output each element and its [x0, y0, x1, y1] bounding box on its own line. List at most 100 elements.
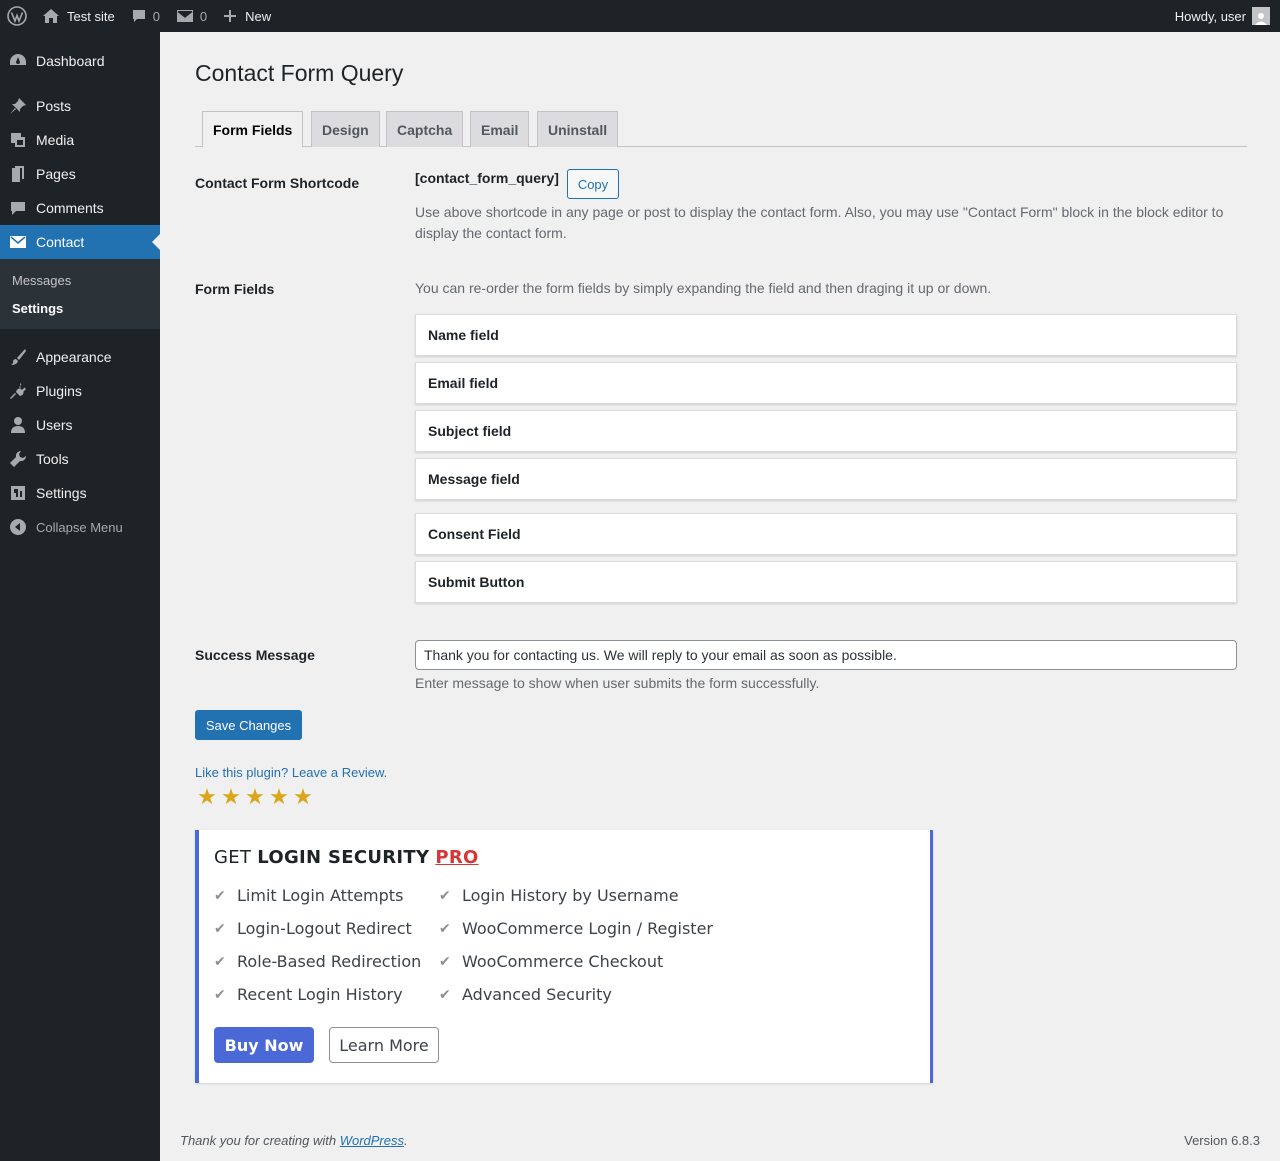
promo-feature: ✔ Limit Login Attempts	[214, 886, 403, 905]
my-account[interactable]: Howdy, user	[1175, 0, 1280, 32]
promo-feature: ✔ WooCommerce Checkout	[439, 952, 663, 971]
sidebar-item-media[interactable]: Media	[0, 123, 160, 157]
login-security-promo: GET LOGIN SECURITY PRO ✔ Limit Login Atte…	[195, 830, 933, 1083]
learn-more-button[interactable]: Learn More	[329, 1027, 439, 1063]
checkmark-icon: ✔	[439, 887, 451, 904]
promo-feature: ✔ Login-Logout Redirect	[214, 919, 412, 938]
submenu-item-messages[interactable]: Messages	[0, 266, 160, 294]
settings-icon	[0, 484, 36, 502]
admin-bar: Test site 0 0 New Howdy, user	[0, 0, 1280, 32]
sidebar-item-label: Tools	[36, 451, 69, 467]
field-card-subject[interactable]: Subject field	[415, 410, 1237, 452]
promo-feature-label: Recent Login History	[237, 985, 403, 1004]
sidebar-item-tools[interactable]: Tools	[0, 442, 160, 476]
sidebar-item-label: Media	[36, 132, 75, 148]
envelope-icon	[176, 9, 194, 23]
promo-feature-label: Limit Login Attempts	[237, 886, 404, 905]
new-content-link[interactable]: New	[215, 0, 279, 32]
promo-feature: ✔ Role-Based Redirection	[214, 952, 421, 971]
shortcode-text: [contact_form_query]	[415, 170, 559, 186]
tab-design[interactable]: Design	[311, 111, 380, 147]
collapse-arrow-icon	[0, 519, 36, 535]
shortcode-row-label: Contact Form Shortcode	[195, 175, 360, 191]
new-label: New	[245, 8, 272, 24]
sidebar-item-appearance[interactable]: Appearance	[0, 340, 160, 374]
sidebar-item-users[interactable]: Users	[0, 408, 160, 442]
buy-now-button[interactable]: Buy Now	[214, 1027, 314, 1063]
site-name-label: Test site	[67, 8, 115, 24]
sidebar-item-label: Users	[36, 417, 73, 433]
tab-captcha[interactable]: Captcha	[386, 111, 464, 147]
field-card-email[interactable]: Email field	[415, 362, 1237, 404]
tab-form-fields[interactable]: Form Fields	[202, 111, 304, 148]
comment-icon	[0, 199, 36, 217]
footer-thanks-prefix: Thank you for creating with	[180, 1133, 337, 1148]
contact-submenu: Messages Settings	[0, 259, 160, 329]
leave-review-link[interactable]: Like this plugin? Leave a Review.	[195, 765, 387, 780]
sidebar-item-label: Settings	[36, 485, 87, 501]
tab-email[interactable]: Email	[470, 111, 530, 147]
collapse-menu-button[interactable]: Collapse Menu	[0, 510, 160, 544]
promo-feature-label: Advanced Security	[462, 985, 612, 1004]
sidebar-item-plugins[interactable]: Plugins	[0, 374, 160, 408]
media-icon	[0, 131, 36, 149]
home-icon	[42, 8, 60, 24]
promo-feature-label: Login-Logout Redirect	[237, 919, 412, 938]
wordpress-logo-icon[interactable]	[0, 0, 34, 32]
checkmark-icon: ✔	[439, 920, 451, 937]
review-stars[interactable]: ★ ★ ★ ★ ★	[195, 786, 315, 808]
promo-feature: ✔ Login History by Username	[439, 886, 679, 905]
star-icon[interactable]: ★	[243, 786, 267, 808]
site-name-link[interactable]: Test site	[34, 0, 123, 32]
footer-thanks: Thank you for creating with WordPress.	[180, 1133, 408, 1148]
wrench-icon	[0, 450, 36, 468]
sidebar-item-comments[interactable]: Comments	[0, 191, 160, 225]
admin-sidebar: Dashboard Posts Media Pages Comments Con…	[0, 32, 160, 1161]
collapse-menu-label: Collapse Menu	[36, 519, 123, 535]
comments-link[interactable]: 0	[123, 0, 168, 32]
dashboard-icon	[0, 52, 36, 70]
tab-uninstall[interactable]: Uninstall	[537, 111, 619, 147]
star-icon[interactable]: ★	[219, 786, 243, 808]
promo-feature: ✔ Advanced Security	[439, 985, 612, 1004]
wordpress-link[interactable]: WordPress	[340, 1133, 404, 1148]
promo-feature-label: Role-Based Redirection	[237, 952, 422, 971]
sidebar-item-pages[interactable]: Pages	[0, 157, 160, 191]
avatar	[1252, 7, 1270, 25]
comment-icon	[131, 8, 147, 24]
field-card-message[interactable]: Message field	[415, 458, 1237, 500]
star-icon[interactable]: ★	[267, 786, 291, 808]
form-fields-description: You can re-order the form fields by simp…	[415, 280, 992, 296]
messages-link[interactable]: 0	[168, 0, 215, 32]
sidebar-item-dashboard[interactable]: Dashboard	[0, 44, 160, 78]
footer-version: Version 6.8.3	[1184, 1133, 1260, 1148]
copy-shortcode-button[interactable]: Copy	[567, 169, 619, 199]
checkmark-icon: ✔	[214, 920, 226, 937]
field-card-consent[interactable]: Consent Field	[415, 513, 1237, 555]
comments-count: 0	[152, 8, 160, 24]
promo-title-prefix: GET	[214, 847, 252, 868]
field-card-submit[interactable]: Submit Button	[415, 561, 1237, 603]
promo-title-pro[interactable]: PRO	[435, 847, 478, 868]
star-icon[interactable]: ★	[195, 786, 219, 808]
checkmark-icon: ✔	[214, 887, 226, 904]
success-message-input[interactable]	[415, 640, 1237, 670]
footer-thanks-suffix: .	[404, 1133, 408, 1148]
promo-feature-label: WooCommerce Login / Register	[462, 919, 713, 938]
promo-title: GET LOGIN SECURITY PRO	[214, 847, 479, 868]
main-content: Contact Form Query Form Fields Design Ca…	[160, 32, 1280, 1161]
user-icon	[0, 416, 36, 434]
save-changes-button[interactable]: Save Changes	[195, 710, 302, 740]
messages-count: 0	[199, 8, 208, 24]
promo-title-main: LOGIN SECURITY	[257, 847, 430, 868]
field-card-name[interactable]: Name field	[415, 314, 1237, 356]
plus-icon	[223, 9, 237, 23]
plug-icon	[0, 382, 36, 400]
submenu-item-settings[interactable]: Settings	[0, 294, 160, 322]
star-icon[interactable]: ★	[291, 786, 315, 808]
sidebar-item-contact[interactable]: Contact	[0, 225, 160, 259]
sidebar-item-label: Dashboard	[36, 53, 105, 69]
sidebar-item-posts[interactable]: Posts	[0, 89, 160, 123]
pages-icon	[0, 165, 36, 183]
sidebar-item-settings[interactable]: Settings	[0, 476, 160, 510]
